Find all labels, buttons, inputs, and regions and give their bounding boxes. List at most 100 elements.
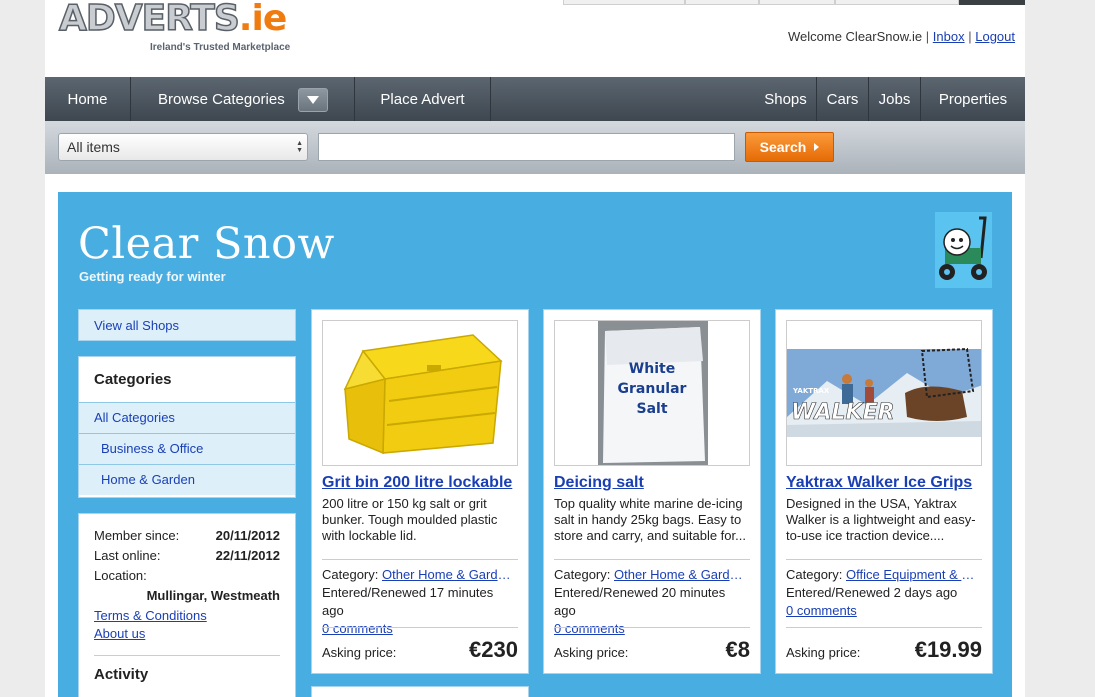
product-title[interactable]: Yaktrax Walker Ice Grips <box>786 474 982 492</box>
divider <box>786 559 982 560</box>
category-label: Category: <box>554 567 611 582</box>
brand-text: YAKTRAX <box>792 387 830 395</box>
product-card: YAKTRAX WALKER Yaktrax Walker Ice Grips … <box>775 309 993 674</box>
location-row: Location: <box>94 568 280 588</box>
categories-panel: Categories All Categories Business & Off… <box>78 356 296 498</box>
product-image[interactable]: White Granular Salt <box>554 320 750 466</box>
nav-jobs[interactable]: Jobs <box>869 77 921 121</box>
welcome-text: Welcome ClearSnow.ie <box>787 29 923 44</box>
shop-section: Clear Snow Getting ready for winter View… <box>58 192 1012 697</box>
shop-avatar <box>935 212 992 288</box>
nav-shops[interactable]: Shops <box>755 77 817 121</box>
logo-tagline: Ireland's Trusted Marketplace <box>150 42 291 53</box>
yaktrax-image: YAKTRAX WALKER <box>787 347 981 437</box>
select-arrows-icon: ▲ ▼ <box>296 140 303 154</box>
browse-dropdown-button[interactable] <box>298 88 328 112</box>
price-label: Asking price: <box>322 645 397 660</box>
top-tab-strip <box>563 0 1025 5</box>
logo-wordmark: ADVERTS.ie <box>58 0 287 40</box>
salt-bag-image: White Granular Salt <box>598 321 708 465</box>
product-card: Grit bin 200 litre lockable 200 litre or… <box>311 309 529 674</box>
last-online-label: Last online: <box>94 548 161 563</box>
bag-text: Salt <box>636 401 667 417</box>
bag-text: Granular <box>618 381 687 397</box>
view-all-shops-link[interactable]: View all Shops <box>78 309 296 341</box>
terms-link[interactable]: Terms & Conditions <box>94 608 280 626</box>
grit-bin-image <box>343 334 503 455</box>
top-tab[interactable] <box>685 0 759 5</box>
nav-place-advert[interactable]: Place Advert <box>355 77 491 121</box>
shop-subtitle: Getting ready for winter <box>79 269 226 284</box>
bag-text: White <box>629 361 675 377</box>
chevron-down-icon <box>307 96 319 104</box>
category-business-office[interactable]: Business & Office <box>79 433 295 464</box>
location-value: Mullingar, Westmeath <box>146 588 280 603</box>
price-row: Asking price: €19.99 <box>786 627 982 663</box>
last-online-row: Last online: 22/11/2012 <box>94 548 280 568</box>
top-tab-active[interactable] <box>959 0 1025 5</box>
product-description: Top quality white marine de-icing salt i… <box>554 496 746 543</box>
comments-link[interactable]: 0 comments <box>786 603 857 618</box>
location-label: Location: <box>94 568 147 583</box>
search-bar: All items ▲ ▼ Search <box>45 121 1025 174</box>
shop-info-panel: Member since: 20/11/2012 Last online: 22… <box>78 513 296 697</box>
logout-link[interactable]: Logout <box>975 29 1015 44</box>
product-title[interactable]: Grit bin 200 litre lockable <box>322 474 518 492</box>
nav-home[interactable]: Home <box>45 77 131 121</box>
category-select[interactable]: All items ▲ ▼ <box>58 133 308 161</box>
user-welcome: Welcome ClearSnow.ie | Inbox | Logout <box>787 29 1015 44</box>
about-link[interactable]: About us <box>94 626 280 644</box>
price-value: €8 <box>725 637 750 662</box>
category-row: Category: Other Home & Garden <box>554 566 750 584</box>
category-select-value: All items <box>67 139 120 155</box>
category-label: Category: <box>786 567 843 582</box>
last-online-value: 22/11/2012 <box>215 548 280 563</box>
price-row: Asking price: €8 <box>554 627 750 663</box>
product-card: White Granular Salt Deicing salt Top qua… <box>543 309 761 674</box>
member-since-row: Member since: 20/11/2012 <box>94 528 280 548</box>
product-meta: Category: Office Equipment & Supplies En… <box>786 566 982 620</box>
main-nav: Home Browse Categories Place Advert Shop… <box>45 77 1025 121</box>
renewed-text: Entered/Renewed 17 minutes ago <box>322 585 494 618</box>
nav-properties[interactable]: Properties <box>921 77 1025 121</box>
search-input[interactable] <box>318 133 735 161</box>
inbox-link[interactable]: Inbox <box>933 29 965 44</box>
price-label: Asking price: <box>786 645 861 660</box>
category-home-garden[interactable]: Home & Garden <box>79 464 295 495</box>
category-row: Category: Other Home & Garden <box>322 566 518 584</box>
category-all[interactable]: All Categories <box>79 402 295 433</box>
search-button[interactable]: Search <box>745 132 834 162</box>
top-tab[interactable] <box>835 0 959 5</box>
arrow-right-icon <box>814 143 820 151</box>
renewed-text: Entered/Renewed 20 minutes ago <box>554 585 726 618</box>
brand-text: WALKER <box>791 400 895 425</box>
product-title[interactable]: Deicing salt <box>554 474 750 492</box>
product-description: Designed in the USA, Yaktrax Walker is a… <box>786 496 976 543</box>
product-card <box>311 686 529 697</box>
renewed-text: Entered/Renewed 2 days ago <box>786 585 958 600</box>
page: ADVERTS.ie Ireland's Trusted Marketplace… <box>45 0 1025 697</box>
search-button-label: Search <box>759 139 807 155</box>
nav-browse-label: Browse Categories <box>158 90 285 108</box>
member-since-label: Member since: <box>94 528 180 543</box>
product-image[interactable] <box>322 320 518 466</box>
member-since-value: 20/11/2012 <box>215 528 280 543</box>
price-value: €230 <box>469 637 518 662</box>
top-tab[interactable] <box>563 0 685 5</box>
price-label: Asking price: <box>554 645 629 660</box>
nav-cars[interactable]: Cars <box>817 77 869 121</box>
top-tab[interactable] <box>759 0 835 5</box>
categories-heading: Categories <box>94 371 172 388</box>
activity-heading: Activity <box>94 666 149 683</box>
category-link[interactable]: Other Home & Garden <box>614 566 744 584</box>
price-value: €19.99 <box>914 637 982 662</box>
category-link[interactable]: Office Equipment & Supplies <box>846 566 976 584</box>
divider <box>94 655 280 656</box>
site-logo[interactable]: ADVERTS.ie Ireland's Trusted Marketplace <box>58 0 309 60</box>
product-image[interactable]: YAKTRAX WALKER <box>786 320 982 466</box>
category-link[interactable]: Other Home & Garden <box>382 566 512 584</box>
category-label: Category: <box>322 567 379 582</box>
divider <box>322 559 518 560</box>
shop-title: Clear Snow <box>78 219 335 269</box>
